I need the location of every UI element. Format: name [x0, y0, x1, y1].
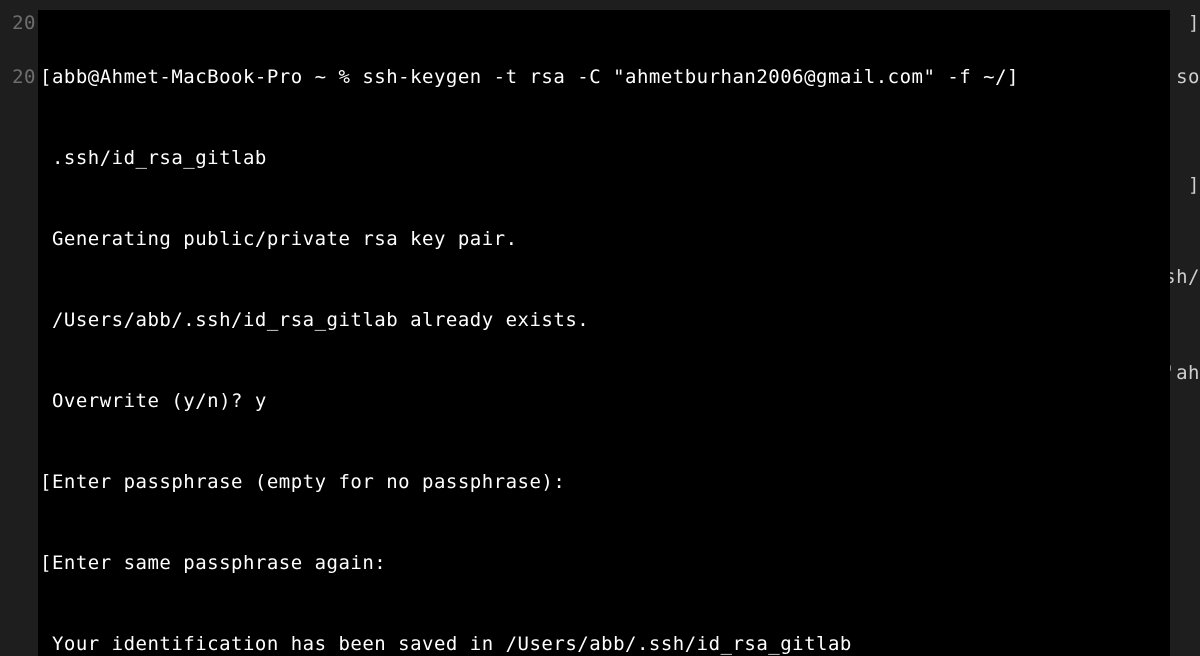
bg-fragment: ] — [1188, 172, 1200, 199]
editor-right-edge-text: ] so ] sh/ 'ah — [1172, 0, 1200, 656]
terminal-line: Generating public/private rsa key pair. — [40, 226, 1168, 253]
gutter-line-number: 20 — [0, 10, 36, 64]
terminal-line: [Enter same passphrase again: — [40, 550, 1168, 577]
terminal-line: [Enter passphrase (empty for no passphra… — [40, 469, 1168, 496]
editor-line-gutter: 20 20 — [0, 0, 36, 656]
bg-fragment: ] — [1188, 10, 1200, 37]
terminal-line: /Users/abb/.ssh/id_rsa_gitlab already ex… — [40, 307, 1168, 334]
gutter-line-number: 20 — [0, 64, 36, 118]
bg-fragment: so — [1176, 64, 1200, 91]
screenshot-stage: 20 20 ] so ] sh/ 'ah [abb@Ahmet-MacBook-… — [0, 0, 1200, 656]
terminal-line: .ssh/id_rsa_gitlab — [40, 145, 1168, 172]
terminal-line: Overwrite (y/n)? y — [40, 388, 1168, 415]
terminal-line: Your identification has been saved in /U… — [40, 631, 1168, 656]
terminal-line: [abb@Ahmet-MacBook-Pro ~ % ssh-keygen -t… — [40, 64, 1168, 91]
terminal-pane[interactable]: [abb@Ahmet-MacBook-Pro ~ % ssh-keygen -t… — [38, 10, 1170, 656]
